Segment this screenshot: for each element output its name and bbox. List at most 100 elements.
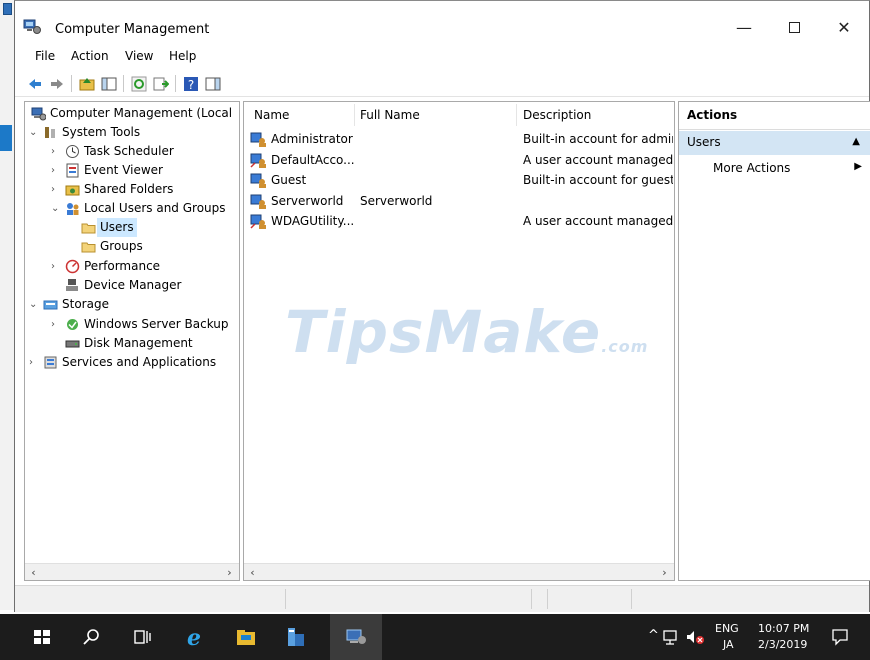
- tree-item-label: System Tools: [62, 125, 141, 139]
- title-bar[interactable]: Computer Management — ✕: [15, 1, 869, 43]
- column-header-name[interactable]: Name: [254, 108, 289, 122]
- tree-item-device-manager[interactable]: Device Manager: [25, 276, 239, 295]
- column-header-full-name[interactable]: Full Name: [360, 108, 420, 122]
- status-bar: [15, 585, 869, 612]
- help-icon[interactable]: ?: [183, 76, 199, 92]
- tree-item-services-and-applications[interactable]: › Services and Applications: [25, 353, 239, 372]
- menu-view[interactable]: View: [125, 49, 153, 63]
- clock-date[interactable]: 2/3/2019: [758, 638, 807, 651]
- collapse-triangle-icon[interactable]: ▲: [852, 136, 860, 147]
- table-row[interactable]: Guest Built-in account for guest: [244, 171, 674, 191]
- tree-item-windows-server-backup[interactable]: › Windows Server Backup: [25, 315, 239, 334]
- users-groups-icon: [67, 203, 79, 215]
- expand-chevron-icon[interactable]: ›: [29, 353, 39, 372]
- expand-chevron-icon[interactable]: ›: [51, 161, 61, 180]
- scroll-left-icon[interactable]: ‹: [244, 564, 261, 580]
- console-tree-pane[interactable]: Computer Management (Local ⌄ System Tools ›…: [24, 101, 240, 581]
- column-divider[interactable]: [516, 104, 517, 126]
- tree-item-performance[interactable]: › Performance: [25, 257, 239, 276]
- tree-item-groups[interactable]: Groups: [25, 237, 239, 256]
- expand-chevron-icon[interactable]: ›: [51, 257, 61, 276]
- network-icon[interactable]: [662, 627, 682, 647]
- scroll-right-icon[interactable]: ›: [656, 564, 673, 580]
- cell-name: Serverworld: [271, 193, 344, 208]
- more-actions-item[interactable]: More Actions ▶: [679, 157, 870, 179]
- clock-time[interactable]: 10:07 PM: [758, 622, 809, 635]
- svg-text:e: e: [187, 625, 201, 649]
- tree-horizontal-scrollbar[interactable]: ‹ ›: [25, 563, 239, 580]
- tree-item-event-viewer[interactable]: › Event Viewer: [25, 161, 239, 180]
- list-horizontal-scrollbar[interactable]: ‹ ›: [244, 563, 674, 580]
- server-manager-icon[interactable]: [284, 625, 308, 649]
- column-header-description[interactable]: Description: [523, 108, 591, 122]
- tree-item-label: Device Manager: [84, 278, 182, 292]
- tree-item-task-scheduler[interactable]: › Task Scheduler: [25, 142, 239, 161]
- folder-icon: [81, 223, 96, 234]
- table-row[interactable]: Administrator Built-in account for admir: [244, 130, 674, 150]
- expand-chevron-icon[interactable]: ›: [51, 315, 61, 334]
- file-explorer-icon[interactable]: [234, 625, 258, 649]
- table-row[interactable]: Serverworld Serverworld: [244, 192, 674, 212]
- input-language-top[interactable]: ENG: [715, 622, 739, 635]
- collapse-chevron-icon[interactable]: ⌄: [29, 295, 39, 314]
- tree-item-label: Local Users and Groups: [84, 201, 226, 215]
- clock-icon: [66, 145, 79, 158]
- services-icon: [44, 356, 57, 369]
- collapse-chevron-icon[interactable]: ⌄: [51, 199, 61, 218]
- menu-bar: File Action View Help: [15, 46, 869, 66]
- minimize-button[interactable]: —: [721, 13, 767, 43]
- storage-icon: [43, 300, 58, 310]
- maximize-icon: [788, 21, 800, 33]
- refresh-icon[interactable]: [131, 76, 147, 92]
- svg-text:?: ?: [188, 78, 194, 92]
- tree-item-users[interactable]: Users: [25, 218, 239, 237]
- window-title: Computer Management: [55, 22, 210, 37]
- tree-item-label: Task Scheduler: [84, 144, 174, 158]
- tree-item-storage[interactable]: ⌄ Storage: [25, 295, 239, 314]
- user-account-icon: [250, 173, 266, 188]
- action-center-icon[interactable]: [830, 627, 850, 647]
- task-view-icon[interactable]: [130, 625, 154, 649]
- input-language-bottom[interactable]: JA: [723, 638, 734, 651]
- up-folder-icon[interactable]: [79, 76, 95, 92]
- more-actions-label: More Actions: [713, 161, 791, 175]
- tree-item-label: Services and Applications: [62, 355, 217, 369]
- table-row[interactable]: WDAGUtility... A user account managed a: [244, 212, 674, 232]
- computer-management-icon: [23, 19, 41, 34]
- volume-muted-icon[interactable]: [684, 627, 706, 647]
- column-divider[interactable]: [354, 104, 355, 126]
- tree-item-shared-folders[interactable]: › Shared Folders: [25, 180, 239, 199]
- show-hidden-icons-chevron-icon[interactable]: ^: [648, 628, 659, 643]
- forward-arrow-icon[interactable]: [49, 76, 65, 92]
- scroll-left-icon[interactable]: ‹: [25, 564, 42, 580]
- cell-full-name: Serverworld: [360, 193, 433, 208]
- computer-management-taskbar-icon[interactable]: [344, 625, 368, 649]
- close-button[interactable]: ✕: [821, 13, 867, 43]
- tree-item-local-users-and-groups[interactable]: ⌄ Local Users and Groups: [25, 199, 239, 218]
- expand-chevron-icon[interactable]: ›: [51, 180, 61, 199]
- actions-section-users[interactable]: Users ▲: [679, 131, 870, 155]
- search-icon[interactable]: [80, 625, 104, 649]
- tree-item-system-tools[interactable]: ⌄ System Tools: [25, 123, 239, 142]
- watermark-logo: TipsMake.com: [285, 298, 649, 366]
- actions-header: Actions: [679, 102, 870, 130]
- performance-icon: [65, 259, 80, 274]
- expand-chevron-icon[interactable]: ›: [51, 142, 61, 161]
- menu-file[interactable]: File: [35, 49, 55, 63]
- maximize-button[interactable]: [771, 13, 817, 43]
- menu-help[interactable]: Help: [169, 49, 196, 63]
- cell-name: DefaultAcco...: [271, 152, 355, 167]
- scroll-right-icon[interactable]: ›: [221, 564, 238, 580]
- tree-item-computer-management-local[interactable]: Computer Management (Local: [25, 104, 239, 123]
- device-manager-icon: [66, 279, 78, 291]
- menu-action[interactable]: Action: [71, 49, 109, 63]
- table-row[interactable]: DefaultAcco... A user account managed l: [244, 151, 674, 171]
- export-list-icon[interactable]: [153, 76, 169, 92]
- start-windows-icon[interactable]: [30, 625, 54, 649]
- show-hide-tree-icon[interactable]: [101, 76, 117, 92]
- tree-item-disk-management[interactable]: Disk Management: [25, 334, 239, 353]
- collapse-chevron-icon[interactable]: ⌄: [29, 123, 39, 142]
- back-arrow-icon[interactable]: [27, 76, 43, 92]
- internet-explorer-icon[interactable]: e: [182, 625, 206, 649]
- action-pane-icon[interactable]: [205, 76, 221, 92]
